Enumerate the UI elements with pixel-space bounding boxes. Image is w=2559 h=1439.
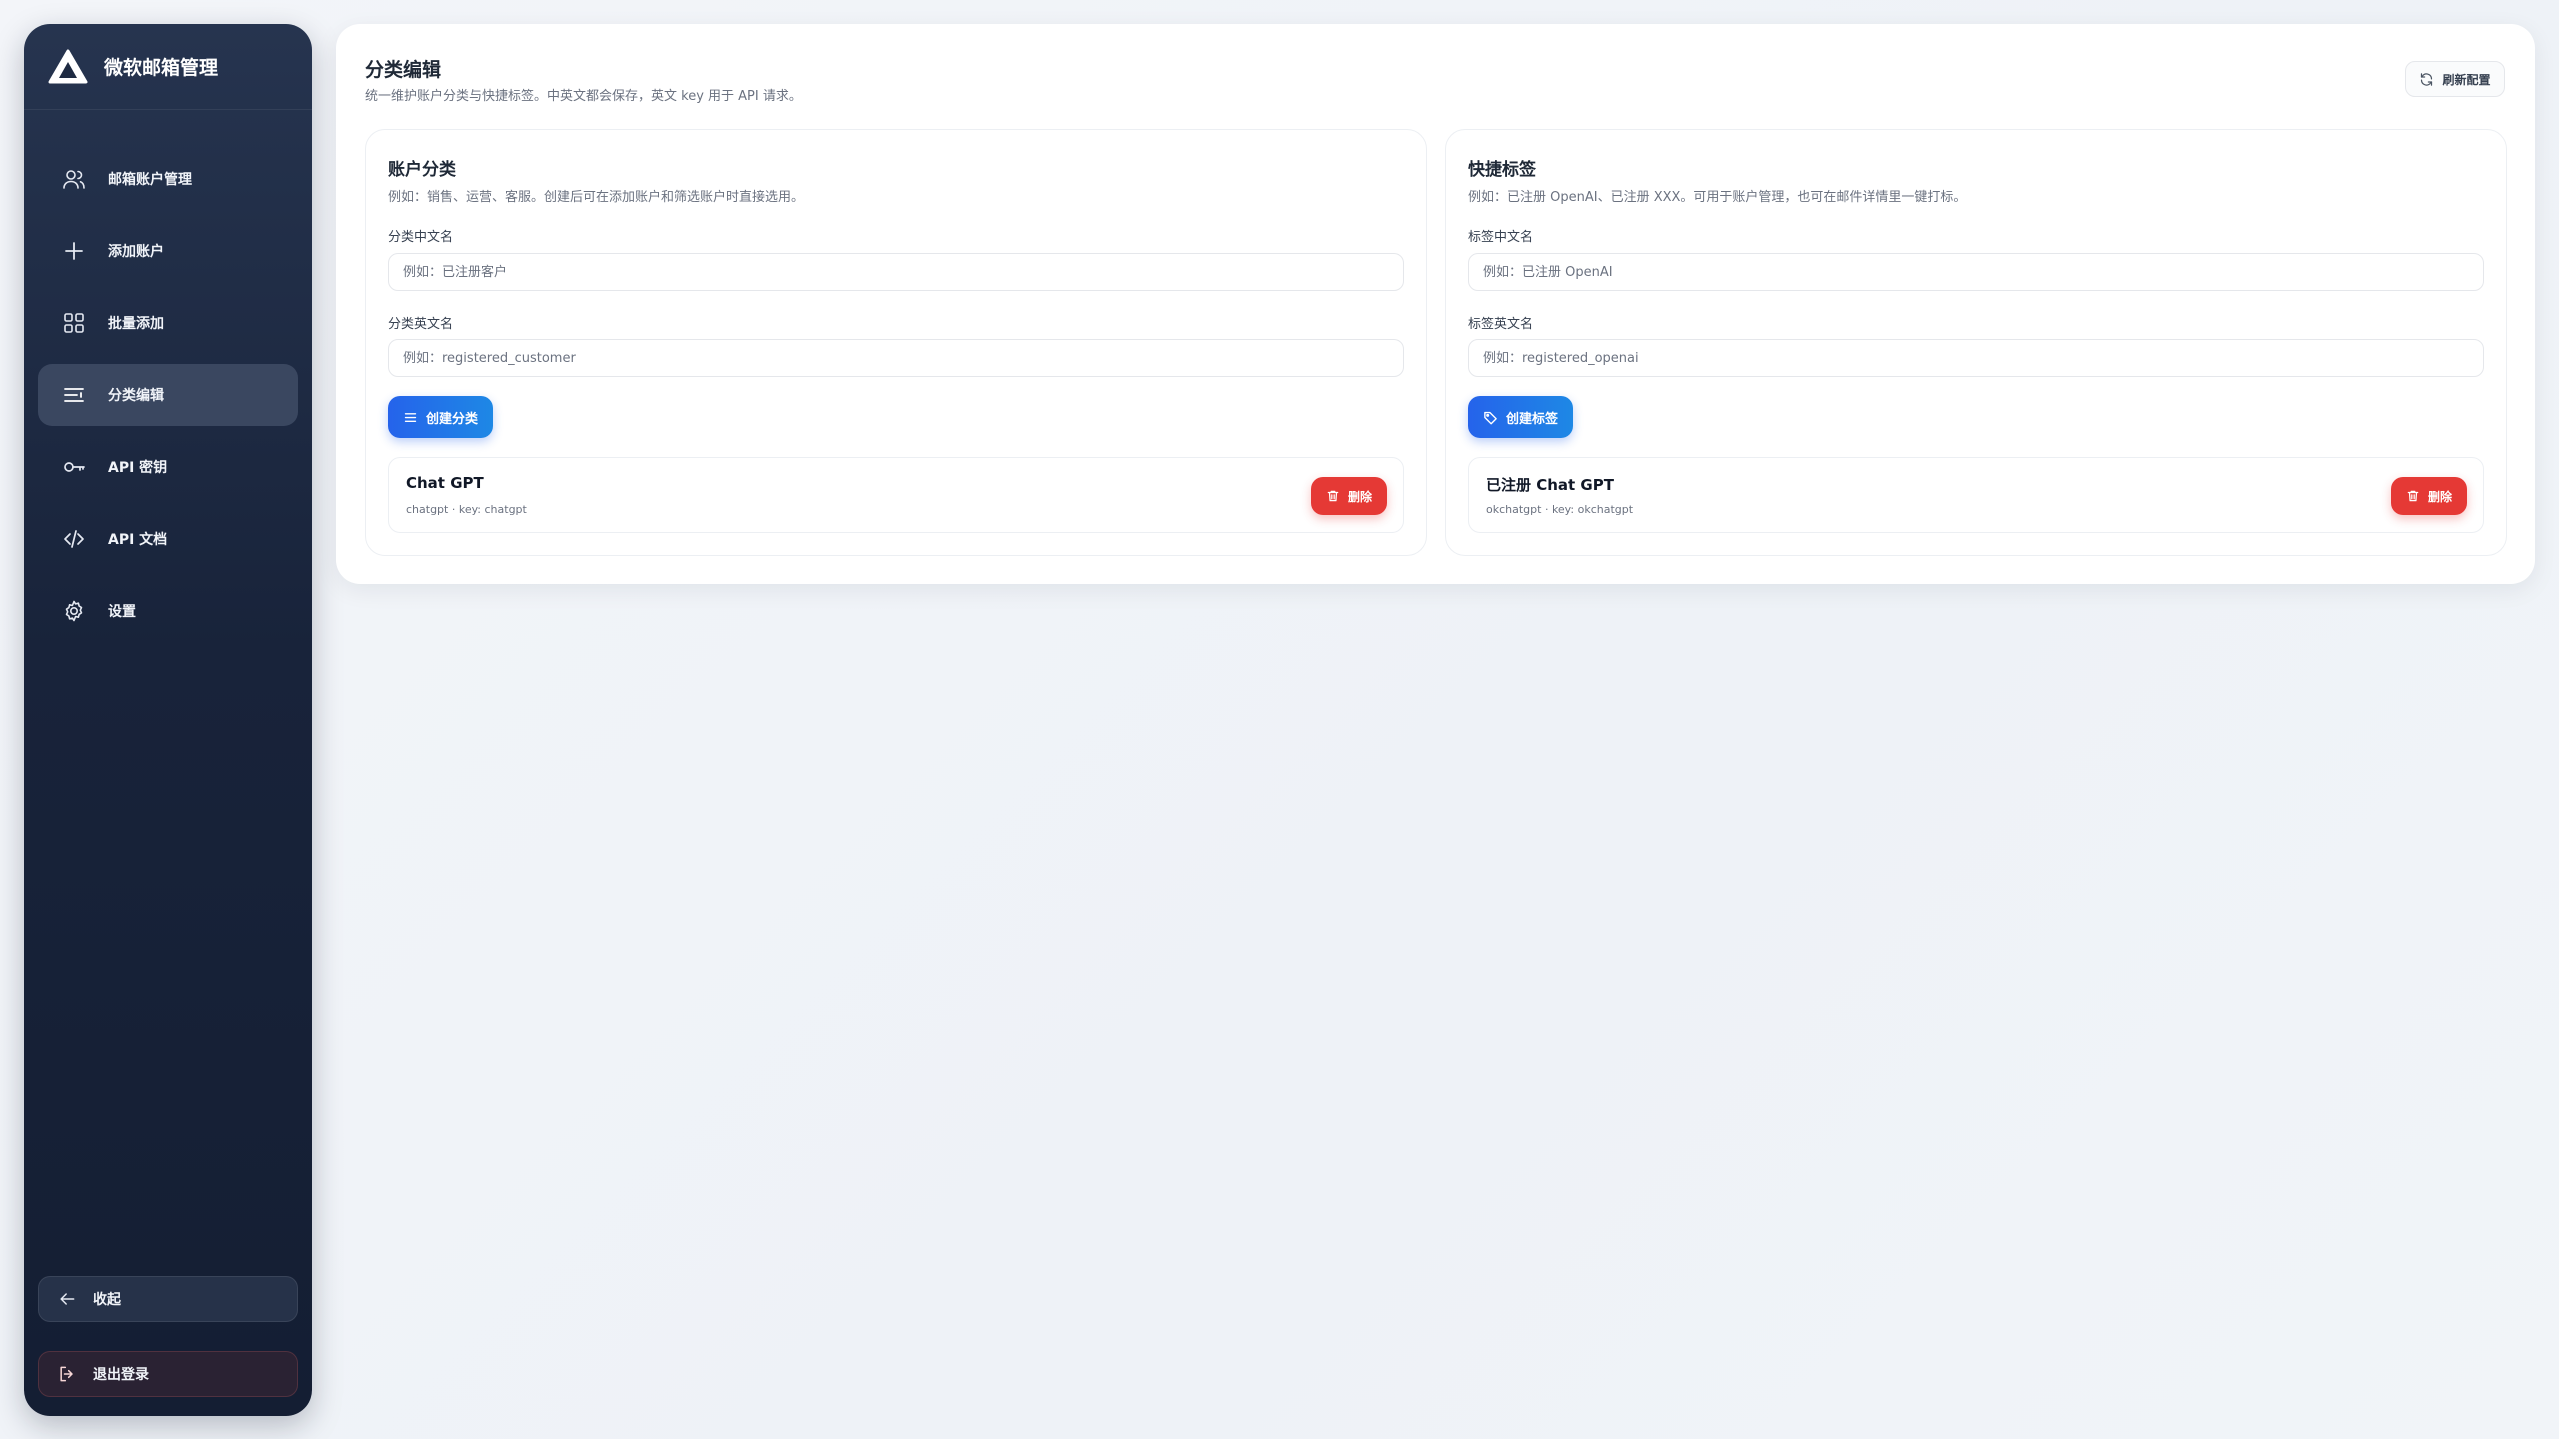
brand: 微软邮箱管理 xyxy=(24,24,312,110)
sidebar-item-settings[interactable]: 设置 xyxy=(38,580,298,642)
users-icon xyxy=(63,170,85,189)
arrow-left-icon xyxy=(60,1293,75,1305)
gear-icon xyxy=(65,600,83,622)
category-cn-input[interactable] xyxy=(388,253,1404,291)
triangle-logo-icon xyxy=(48,49,88,83)
code-icon xyxy=(64,530,84,548)
trash-icon xyxy=(1327,490,1339,502)
key-icon xyxy=(64,462,85,472)
grid-icon xyxy=(64,313,84,333)
tag-cn-input[interactable] xyxy=(1468,253,2484,291)
app-title: 微软邮箱管理 xyxy=(104,57,219,79)
logout-button[interactable]: 退出登录 xyxy=(38,1351,298,1397)
create-category-button[interactable]: 创建分类 xyxy=(388,396,494,438)
main-card: 分类编辑 统一维护账户分类与快捷标签。中英文都会保存，英文 key 用于 API… xyxy=(336,24,2535,584)
sidebar-item-label: 邮箱账户管理 xyxy=(108,172,192,188)
sidebar-item-api-docs[interactable]: API 文档 xyxy=(38,508,298,570)
plus-icon xyxy=(65,242,83,260)
list-item: Chat GPT chatgpt · key: chatgpt 删除 xyxy=(388,457,1404,533)
tag-icon xyxy=(1484,411,1497,424)
page-title: 分类编辑 xyxy=(365,59,442,81)
category-panel-description: 例如：销售、运营、客服。创建后可在添加账户和筛选账户时直接选用。 xyxy=(388,190,805,205)
tag-cn-label: 标签中文名 xyxy=(1468,230,1534,245)
tag-panel: 快捷标签 例如：已注册 OpenAI、已注册 XXX。可用于账户管理，也可在邮件… xyxy=(1445,129,2507,556)
category-cn-label: 分类中文名 xyxy=(388,230,454,245)
sidebar-nav: 邮箱账户管理 添加账户 批量添加 分类编辑 API 密钥 API 文档 设置 xyxy=(38,148,298,652)
delete-label: 删除 xyxy=(1347,489,1372,504)
sidebar-item-api-key[interactable]: API 密钥 xyxy=(38,436,298,498)
refresh-label: 刷新配置 xyxy=(2442,72,2491,87)
category-name: Chat GPT xyxy=(406,474,484,492)
trash-icon xyxy=(2407,490,2419,502)
category-en-input[interactable] xyxy=(388,339,1404,377)
sidebar-item-label: 设置 xyxy=(108,604,136,620)
tag-meta: okchatgpt · key: okchatgpt xyxy=(1486,503,1634,516)
list-icon xyxy=(404,412,417,422)
create-category-label: 创建分类 xyxy=(426,411,479,427)
logout-label: 退出登录 xyxy=(93,1367,149,1383)
sidebar-item-add-account[interactable]: 添加账户 xyxy=(38,220,298,282)
category-meta: chatgpt · key: chatgpt xyxy=(406,503,527,516)
create-tag-button[interactable]: 创建标签 xyxy=(1468,396,1574,438)
category-panel-title: 账户分类 xyxy=(388,160,456,180)
tag-name: 已注册 Chat GPT xyxy=(1486,476,1614,494)
sidebar-item-label: API 文档 xyxy=(108,532,168,548)
category-en-label: 分类英文名 xyxy=(388,317,454,332)
collapse-label: 收起 xyxy=(93,1292,121,1308)
list-edit-icon xyxy=(64,388,84,402)
sidebar: 微软邮箱管理 邮箱账户管理 添加账户 批量添加 分类编辑 API 密钥 API … xyxy=(24,24,312,1416)
delete-category-button[interactable]: 删除 xyxy=(1311,477,1387,515)
list-item: 已注册 Chat GPT okchatgpt · key: okchatgpt … xyxy=(1468,457,2484,533)
delete-tag-button[interactable]: 删除 xyxy=(2391,477,2467,515)
tag-panel-title: 快捷标签 xyxy=(1468,160,1536,180)
delete-label: 删除 xyxy=(2427,489,2452,504)
refresh-icon xyxy=(2421,72,2433,86)
tag-panel-description: 例如：已注册 OpenAI、已注册 XXX。可用于账户管理，也可在邮件详情里一键… xyxy=(1468,190,1967,205)
tag-en-input[interactable] xyxy=(1468,339,2484,377)
sidebar-item-bulk-add[interactable]: 批量添加 xyxy=(38,292,298,354)
collapse-sidebar-button[interactable]: 收起 xyxy=(38,1276,298,1322)
tag-en-label: 标签英文名 xyxy=(1468,317,1534,332)
refresh-config-button[interactable]: 刷新配置 xyxy=(2405,61,2505,97)
page-subtitle: 统一维护账户分类与快捷标签。中英文都会保存，英文 key 用于 API 请求。 xyxy=(365,89,802,104)
sidebar-item-label: 分类编辑 xyxy=(108,388,164,404)
sidebar-item-label: 批量添加 xyxy=(108,316,164,332)
logout-icon xyxy=(60,1366,73,1382)
sidebar-item-label: API 密钥 xyxy=(108,460,168,476)
sidebar-item-accounts[interactable]: 邮箱账户管理 xyxy=(38,148,298,210)
create-tag-label: 创建标签 xyxy=(1506,411,1559,427)
sidebar-item-label: 添加账户 xyxy=(108,244,164,260)
sidebar-item-category-edit[interactable]: 分类编辑 xyxy=(38,364,298,426)
category-panel: 账户分类 例如：销售、运营、客服。创建后可在添加账户和筛选账户时直接选用。 分类… xyxy=(365,129,1427,556)
